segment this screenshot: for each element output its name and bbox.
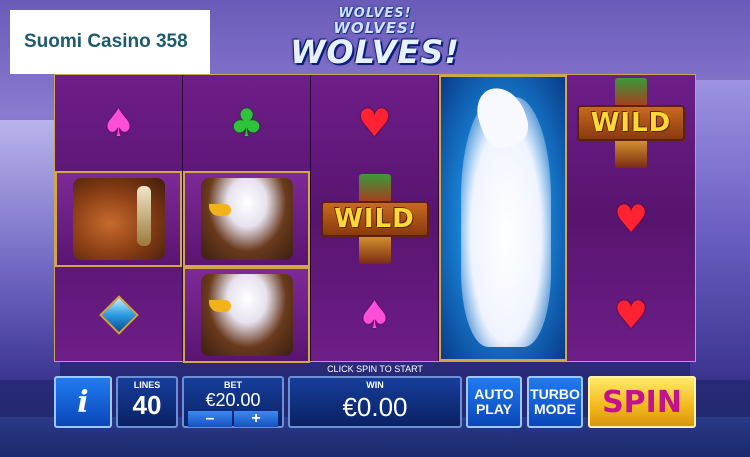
win-display: WIN €0.00 (288, 376, 462, 428)
info-icon: i (77, 384, 89, 420)
bet-value: €20.00 (205, 390, 261, 410)
symbol-eagle (183, 267, 310, 363)
lines-display: LINES 40 (116, 376, 178, 428)
autoplay-button[interactable]: AUTO PLAY (466, 376, 522, 428)
turbo-label-line1: TURBO (530, 386, 580, 402)
diamond-icon (98, 295, 139, 335)
brand-text: Suomi Casino 358 (24, 31, 188, 52)
reel-grid: ♠ ♣ ♥ WILD ♠ WILD ♥ ♥ (54, 74, 696, 363)
autoplay-label-line1: AUTO (474, 386, 514, 402)
reel-3: ♥ WILD ♠ (311, 75, 439, 361)
eagle-icon (200, 274, 293, 356)
eagle-icon (200, 178, 293, 260)
heart-icon: ♥ (357, 101, 392, 145)
symbol-eagle (183, 171, 310, 267)
win-value: €0.00 (342, 392, 408, 422)
spade-icon: ♠ (357, 293, 392, 337)
symbol-wild: WILD (567, 75, 695, 171)
bet-increase-button[interactable]: + (234, 411, 278, 427)
lines-value: 40 (132, 390, 162, 420)
reel-4 (439, 75, 568, 361)
status-message: CLICK SPIN TO START (327, 364, 423, 374)
horse-icon (72, 178, 165, 260)
spade-icon: ♠ (101, 101, 136, 145)
win-label: WIN (366, 380, 384, 390)
symbol-club: ♣ (183, 75, 310, 171)
wild-totem-icon: WILD (319, 174, 431, 264)
club-icon: ♣ (229, 101, 264, 145)
symbol-heart: ♥ (311, 75, 438, 171)
spin-button[interactable]: SPIN (588, 376, 696, 428)
symbol-heart: ♥ (567, 267, 695, 363)
turbo-mode-button[interactable]: TURBO MODE (527, 376, 583, 428)
heart-icon: ♥ (613, 293, 649, 337)
bet-controls: – + (188, 411, 278, 427)
wild-label: WILD (334, 204, 415, 234)
symbol-spade: ♠ (55, 75, 182, 171)
game-logo: WOLVES! WOLVES! WOLVES! (280, 0, 470, 72)
autoplay-label-line2: PLAY (475, 401, 513, 417)
turbo-label-line2: MODE (534, 401, 576, 417)
symbol-wild: WILD (311, 171, 438, 267)
background-mountain-left (0, 120, 60, 380)
logo-main-text: WOLVES! (290, 33, 460, 71)
symbol-horse (55, 171, 182, 267)
spin-label: SPIN (602, 384, 682, 420)
bet-panel: BET €20.00 – + (182, 376, 284, 428)
wild-totem-icon: WILD (575, 78, 687, 168)
reel-1: ♠ (55, 75, 183, 361)
wild-label: WILD (590, 108, 672, 138)
wild-sign: WILD (320, 201, 429, 237)
symbol-spade: ♠ (311, 267, 438, 363)
bet-label: BET (224, 380, 242, 390)
reel-2: ♣ (183, 75, 311, 363)
reel-5: WILD ♥ ♥ (567, 75, 696, 363)
brand-badge: Suomi Casino 358 (10, 10, 210, 74)
heart-icon: ♥ (613, 197, 649, 241)
bet-decrease-button[interactable]: – (188, 411, 232, 427)
background-mountain-right (690, 80, 750, 380)
info-button[interactable]: i (54, 376, 112, 428)
wild-sign: WILD (577, 105, 686, 141)
lines-label: LINES (133, 380, 161, 390)
symbol-heart: ♥ (567, 171, 695, 267)
symbol-diamond (55, 267, 182, 363)
